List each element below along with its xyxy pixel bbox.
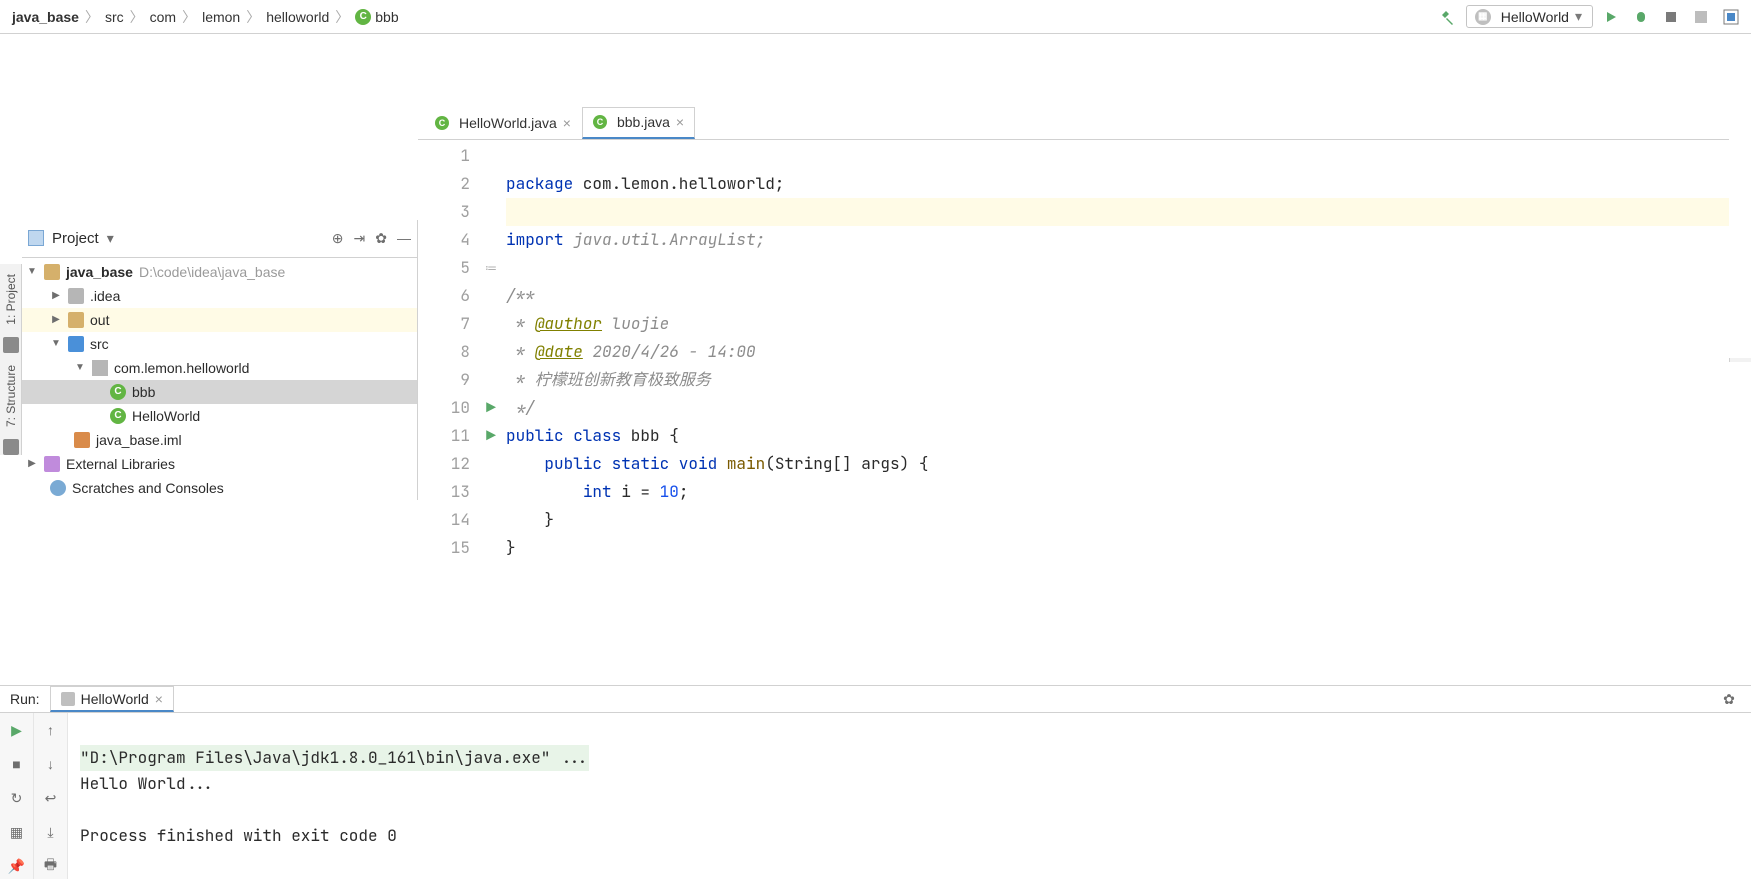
crumb-src[interactable]: src xyxy=(101,9,128,25)
class-icon: C xyxy=(110,408,126,424)
scroll-up-icon[interactable]: ↑ xyxy=(42,721,60,739)
tree-package[interactable]: ▼ com.lemon.helloworld xyxy=(22,356,417,380)
module-icon xyxy=(44,264,60,280)
run-config-icon: ▦ xyxy=(1475,9,1491,25)
tab-helloworld[interactable]: C HelloWorld.java × xyxy=(424,107,582,139)
run-tab-helloworld[interactable]: HelloWorld × xyxy=(50,686,174,712)
tool-project-icon xyxy=(3,337,19,353)
project-tree[interactable]: ▼ java_base D:\code\idea\java_base ▶ .id… xyxy=(22,258,417,500)
collapse-icon[interactable]: ⇥ xyxy=(354,230,366,247)
chevron-down-icon: ▾ xyxy=(1575,8,1582,25)
build-hammer-icon[interactable] xyxy=(1436,5,1460,29)
class-icon: C xyxy=(110,384,126,400)
close-icon[interactable]: × xyxy=(676,114,684,130)
crumb-helloworld[interactable]: helloworld xyxy=(262,9,333,25)
tool-structure-tab[interactable]: 7: Structure xyxy=(4,359,18,433)
gutter-marks: ≔ ▶ ▶ xyxy=(480,140,502,618)
pin-icon[interactable]: 📌 xyxy=(8,857,26,875)
tree-out[interactable]: ▶ out xyxy=(22,308,417,332)
breadcrumb: java_base〉 src〉 com〉 lemon〉 helloworld〉 … xyxy=(8,7,403,27)
run-button[interactable] xyxy=(1599,5,1623,29)
tool-structure-icon xyxy=(3,439,19,455)
line-numbers: 123 456 789 101112 131415 xyxy=(418,140,480,618)
tool-project-tab[interactable]: 1: Project xyxy=(4,268,18,331)
tree-bbb[interactable]: C bbb xyxy=(22,380,417,404)
fold-icon[interactable]: ≔ xyxy=(480,254,502,282)
close-icon[interactable]: × xyxy=(155,691,163,707)
scratches-icon xyxy=(50,480,66,496)
libraries-icon xyxy=(44,456,60,472)
crumb-com[interactable]: com xyxy=(146,9,180,25)
tree-root[interactable]: ▼ java_base D:\code\idea\java_base xyxy=(22,260,417,284)
project-view-title[interactable]: Project xyxy=(52,230,99,247)
layout-icon[interactable]: ▦ xyxy=(8,823,26,841)
run-config-label: HelloWorld xyxy=(1501,9,1569,25)
tree-iml[interactable]: java_base.iml xyxy=(22,428,417,452)
restart-icon[interactable]: ↻ xyxy=(8,789,26,807)
debug-button[interactable] xyxy=(1629,5,1653,29)
stop-button[interactable] xyxy=(1689,5,1713,29)
class-icon: C xyxy=(593,115,607,129)
tree-scratches[interactable]: Scratches and Consoles xyxy=(22,476,417,500)
console-output[interactable]: "D:\Program Files\Java\jdk1.8.0_161\bin\… xyxy=(68,713,1751,879)
tree-helloworld[interactable]: C HelloWorld xyxy=(22,404,417,428)
close-icon[interactable]: × xyxy=(563,115,571,131)
tree-external-libs[interactable]: ▶ External Libraries xyxy=(22,452,417,476)
run-tab-icon xyxy=(61,692,75,706)
hide-icon[interactable]: — xyxy=(397,230,411,246)
src-folder-icon xyxy=(68,336,84,352)
iml-icon xyxy=(74,432,90,448)
class-icon: C xyxy=(355,9,371,25)
folder-icon xyxy=(68,312,84,328)
rerun-icon[interactable]: ▶ xyxy=(8,721,26,739)
print-icon[interactable]: 🖶 xyxy=(42,857,60,875)
code-editor[interactable]: package com.lemon.helloworld; import jav… xyxy=(502,140,1729,618)
locate-icon[interactable]: ⊕ xyxy=(332,230,344,247)
run-settings-icon[interactable]: ✿ xyxy=(1717,687,1741,711)
tab-bbb[interactable]: C bbb.java × xyxy=(582,107,695,139)
tree-idea[interactable]: ▶ .idea xyxy=(22,284,417,308)
folder-icon xyxy=(68,288,84,304)
soft-wrap-icon[interactable]: ↩ xyxy=(42,789,60,807)
class-icon: C xyxy=(435,116,449,130)
crumb-lemon[interactable]: lemon xyxy=(198,9,244,25)
package-icon xyxy=(92,360,108,376)
tree-src[interactable]: ▼ src xyxy=(22,332,417,356)
settings-icon[interactable]: ✿ xyxy=(375,230,387,247)
run-line-icon[interactable]: ▶ xyxy=(480,422,502,450)
run-line-icon[interactable]: ▶ xyxy=(480,394,502,422)
crumb-java_base[interactable]: java_base xyxy=(8,9,83,25)
run-config-selector[interactable]: ▦ HelloWorld ▾ xyxy=(1466,5,1593,28)
project-view-icon xyxy=(28,230,44,246)
stop-icon[interactable]: ■ xyxy=(8,755,26,773)
coverage-button[interactable] xyxy=(1659,5,1683,29)
run-panel-label: Run: xyxy=(10,691,40,707)
scroll-to-end-icon[interactable]: ⤓ xyxy=(42,823,60,841)
crumb-bbb[interactable]: Cbbb xyxy=(351,9,402,25)
search-everywhere-icon[interactable] xyxy=(1719,5,1743,29)
editor-tabs: C HelloWorld.java × C bbb.java × xyxy=(418,102,1729,140)
scroll-down-icon[interactable]: ↓ xyxy=(42,755,60,773)
chevron-down-icon[interactable]: ▾ xyxy=(107,230,114,247)
